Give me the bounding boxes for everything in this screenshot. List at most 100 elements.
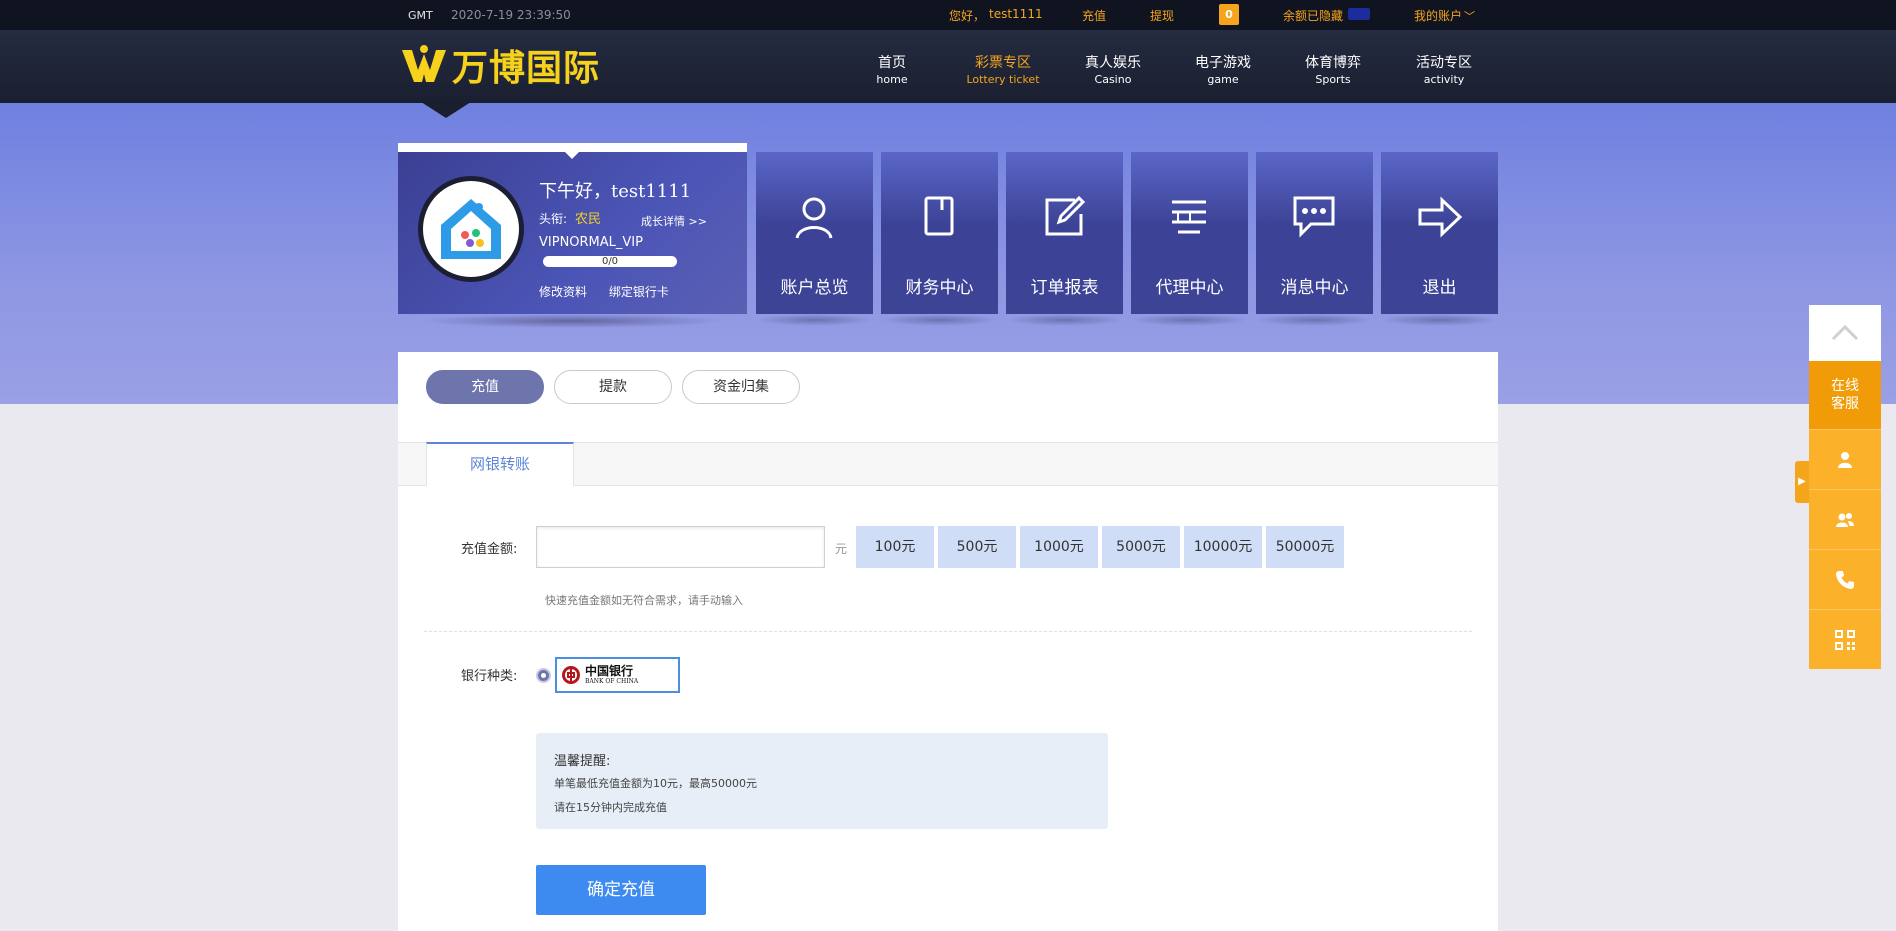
vip-level: VIPNORMAL_VIP [539, 235, 643, 250]
side-contact-widget: 在线 客服 [1809, 305, 1881, 669]
quick-amount-500[interactable]: 500元 [938, 526, 1016, 568]
top-deposit-link[interactable]: 充值 [1082, 7, 1106, 24]
qrcode-icon [1835, 629, 1855, 650]
chevron-up-icon [1831, 324, 1859, 341]
side-group-button[interactable] [1809, 489, 1881, 549]
tab-online-banking[interactable]: 网银转账 [426, 442, 574, 486]
amount-label: 充值金额: [461, 542, 518, 557]
bank-type-label: 银行种类: [461, 669, 518, 684]
edit-icon [1045, 195, 1086, 236]
tile-label: 订单报表 [1030, 278, 1099, 298]
cs-line-2: 客服 [1831, 396, 1859, 412]
bind-bank-card-link[interactable]: 绑定银行卡 [609, 285, 669, 299]
payment-method-tabs: 网银转账 [398, 442, 1498, 486]
tile-agent-center[interactable]: 代理中心 [1131, 152, 1248, 314]
quick-amount-5000[interactable]: 5000元 [1102, 526, 1180, 568]
bank-name-en: BANK OF CHINA [585, 678, 639, 685]
logo-tab-shape [418, 100, 474, 118]
avatar[interactable] [418, 176, 524, 282]
logout-arrow-icon [1418, 196, 1463, 238]
tile-account-overview[interactable]: 账户总览 [756, 152, 873, 314]
profile-card: 下午好，test1111 头衔: 农民 成长详情 >> VIPNORMAL_VIP… [398, 143, 747, 314]
deposit-panel: 充值 提款 资金归集 网银转账 充值金额: 元 100元 500元 1000元 … [398, 352, 1498, 931]
rank-value: 农民 [575, 212, 602, 227]
nav-game[interactable]: 电子游戏 game [1168, 52, 1278, 86]
reminder-box: 温馨提醒: 单笔最低充值金额为10元，最高50000元 请在15分钟内完成充值 [536, 733, 1108, 829]
amount-input[interactable] [536, 526, 825, 568]
chat-icon [1293, 196, 1335, 238]
server-time: 2020-7-19 23:39:50 [451, 8, 571, 22]
nav-home-cn: 首页 [878, 55, 906, 71]
quick-amount-50000[interactable]: 50000元 [1266, 526, 1344, 568]
nav-sports-cn: 体育博弈 [1305, 55, 1361, 71]
nav-casino-cn: 真人娱乐 [1085, 55, 1141, 71]
tab-fund-collection[interactable]: 资金归集 [682, 370, 800, 404]
balance-hidden-label: 余额已隐藏 [1283, 9, 1344, 23]
tile-logout[interactable]: 退出 [1381, 152, 1498, 314]
nav-casino[interactable]: 真人娱乐 Casino [1058, 52, 1168, 86]
online-customer-service[interactable]: 在线 客服 [1809, 361, 1881, 429]
rank-label: 头衔: [539, 212, 568, 226]
list-icon [1172, 200, 1206, 234]
nav-game-cn: 电子游戏 [1195, 55, 1251, 71]
tile-shadow [1381, 314, 1498, 326]
section-divider [424, 631, 1472, 632]
tile-shadow [1131, 314, 1248, 326]
greeting-label: 您好， [949, 9, 986, 23]
confirm-deposit-button[interactable]: 确定充值 [536, 865, 706, 915]
bank-radio[interactable] [536, 668, 551, 683]
side-qrcode-button[interactable] [1809, 609, 1881, 669]
quick-amount-1000[interactable]: 1000元 [1020, 526, 1098, 568]
tab-deposit[interactable]: 充值 [426, 370, 544, 404]
tile-finance-center[interactable]: 财务中心 [881, 152, 998, 314]
tile-shadow [756, 314, 873, 326]
growth-progress-bar: 0/0 [543, 256, 677, 267]
nav-sports-en: Sports [1315, 73, 1351, 86]
user-icon [795, 197, 833, 239]
my-account-menu[interactable]: 我的账户 ﹀ [1414, 7, 1475, 24]
reminder-line-1: 单笔最低充值金额为10元，最高50000元 [554, 777, 757, 790]
chevron-down-icon: ﹀ [1464, 10, 1476, 23]
phone-icon [1836, 570, 1854, 589]
tile-shadow [881, 314, 998, 326]
tile-shadow [1256, 314, 1373, 326]
quick-amount-100[interactable]: 100元 [856, 526, 934, 568]
logo-w-icon [402, 45, 446, 82]
person-icon [1838, 451, 1852, 468]
nav-activity[interactable]: 活动专区 activity [1389, 52, 1499, 86]
nav-lottery-cn: 彩票专区 [975, 55, 1031, 71]
tile-label: 退出 [1422, 278, 1457, 298]
reminder-title: 温馨提醒: [554, 754, 611, 769]
nav-lottery[interactable]: 彩票专区 Lottery ticket [948, 52, 1058, 86]
edit-profile-link[interactable]: 修改资料 [539, 285, 587, 299]
tab-withdraw[interactable]: 提款 [554, 370, 672, 404]
nav-lottery-en: Lottery ticket [966, 73, 1040, 86]
top-withdraw-link[interactable]: 提现 [1150, 7, 1174, 24]
nav-casino-en: Casino [1094, 73, 1132, 86]
growth-details-link[interactable]: 成长详情 >> [641, 213, 707, 229]
tile-message-center[interactable]: 消息中心 [1256, 152, 1373, 314]
side-panel-toggle[interactable]: ▶ [1795, 461, 1809, 503]
username-link[interactable]: test1111 [989, 7, 1043, 21]
tile-order-report[interactable]: 订单报表 [1006, 152, 1123, 314]
nav-game-en: game [1207, 73, 1239, 86]
message-count-badge[interactable]: 0 [1219, 4, 1239, 25]
currency-unit: 元 [835, 542, 848, 556]
quick-amount-10000[interactable]: 10000元 [1184, 526, 1262, 568]
book-icon [924, 196, 954, 236]
group-icon [1836, 512, 1854, 527]
bank-option-boc[interactable]: 中国银行 BANK OF CHINA [555, 657, 680, 693]
logo-text: 万博国际 [452, 47, 601, 89]
nav-sports[interactable]: 体育博弈 Sports [1278, 52, 1388, 86]
cs-line-1: 在线 [1831, 378, 1859, 394]
toggle-balance-icon[interactable] [1348, 8, 1370, 20]
nav-home[interactable]: 首页 home [837, 52, 947, 86]
site-logo[interactable]: 万博国际 [400, 42, 601, 89]
back-to-top-button[interactable] [1809, 305, 1881, 361]
house-avatar-icon [441, 199, 501, 259]
main-header: 万博国际 首页 home 彩票专区 Lottery ticket 真人娱乐 Ca… [0, 30, 1896, 103]
side-phone-button[interactable] [1809, 549, 1881, 609]
amount-hint: 快速充值金额如无符合需求，请手动输入 [545, 594, 743, 607]
profile-greeting: 下午好，test1111 [539, 181, 692, 202]
side-person-button[interactable] [1809, 429, 1881, 489]
